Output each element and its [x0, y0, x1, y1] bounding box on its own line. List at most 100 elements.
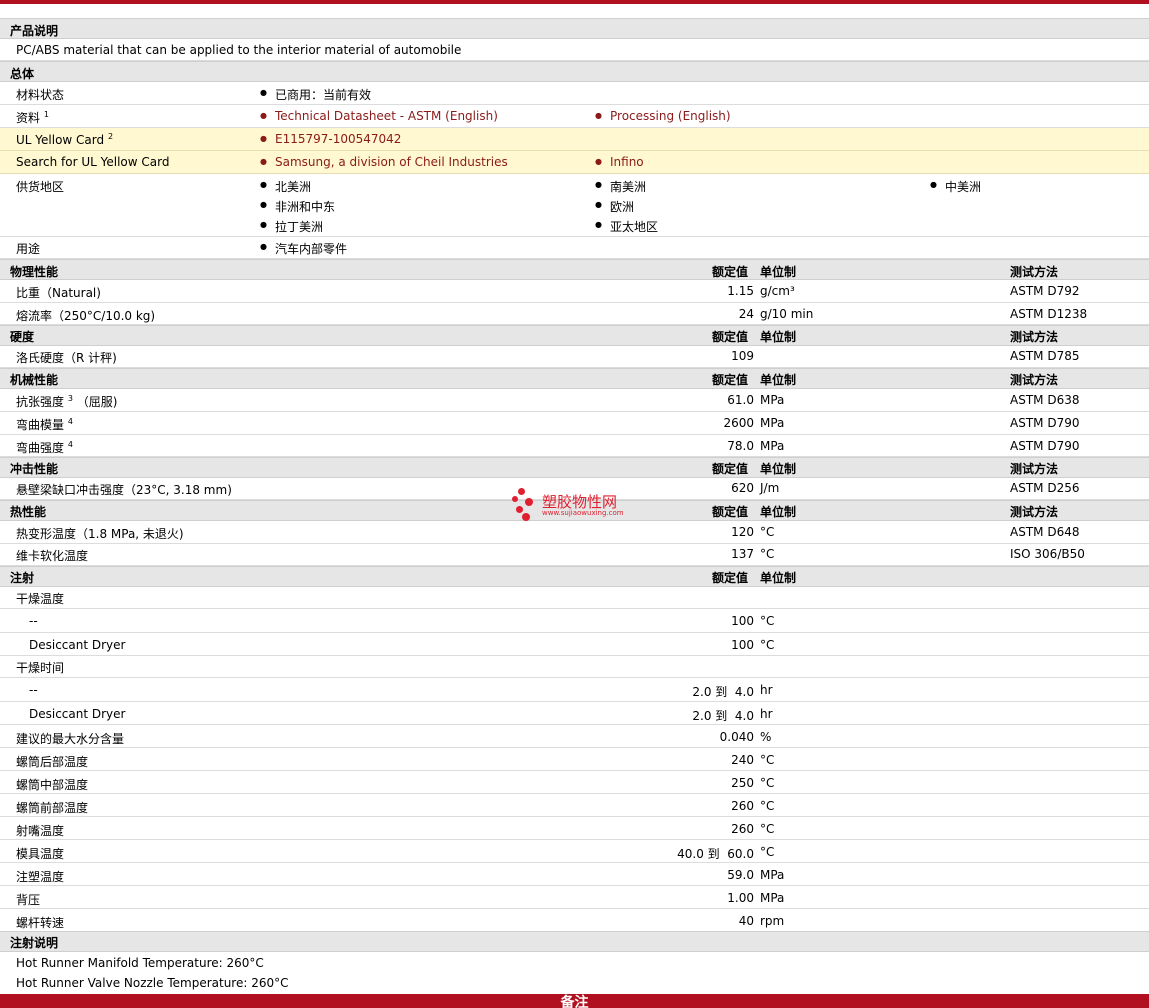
property-value: 240 [731, 753, 754, 767]
samsung-link[interactable]: Samsung, a division of Cheil Industries [260, 155, 508, 169]
property-unit: °C [760, 547, 775, 561]
logo-dot-icon [518, 488, 525, 495]
technical-datasheet-link[interactable]: Technical Datasheet - ASTM (English) [260, 109, 498, 123]
property-label-text: 抗张强度 [16, 395, 65, 409]
col-unit-header: 单位制 [760, 505, 797, 519]
property-value: 2600 [723, 416, 754, 430]
docs-label-text: 资料 [16, 111, 41, 125]
property-value: 0.040 [719, 730, 754, 744]
description-text: PC/ABS material that can be applied to t… [16, 43, 462, 57]
property-unit: °C [760, 845, 775, 859]
property-label: 螺筒中部温度 [16, 778, 89, 792]
property-label-text: 弯曲模量 [16, 418, 65, 432]
table-row: 干燥时间 [0, 656, 1149, 678]
property-value: 59.0 [727, 868, 754, 882]
property-label: Desiccant Dryer [29, 707, 126, 721]
table-row: 弯曲强度 4 78.0 MPa ASTM D790 [0, 435, 1149, 457]
property-unit: rpm [760, 914, 785, 928]
property-unit: % [760, 730, 772, 744]
property-unit: hr [760, 707, 773, 721]
footnote-ref: 2 [107, 132, 114, 141]
property-value: 1.15 [727, 284, 754, 298]
table-row: 维卡软化温度 137 °C ISO 306/B50 [0, 544, 1149, 566]
property-unit: g/cm³ [760, 284, 795, 298]
table-row: Desiccant Dryer 2.0 到 4.0 hr [0, 702, 1149, 725]
property-label: 悬壁梁缺口冲击强度（23°C, 3.18 mm) [16, 483, 232, 497]
region-item: 南美洲 [595, 178, 646, 195]
property-value: 137 [731, 547, 754, 561]
table-row: 干燥温度 [0, 587, 1149, 609]
property-value: 61.0 [727, 393, 754, 407]
section-title: 注射 [10, 571, 35, 585]
ul-search-label: Search for UL Yellow Card [16, 155, 170, 169]
col-method-header: 测试方法 [1010, 462, 1059, 476]
test-method: ASTM D790 [1010, 416, 1080, 430]
status-label: 材料状态 [16, 88, 65, 102]
note-line: Hot Runner Manifold Temperature: 260°C [16, 956, 264, 970]
property-value: 40 [738, 914, 754, 928]
property-value: 40.0 到 60.0 [677, 847, 754, 861]
table-row: 背压 1.00 MPa [0, 886, 1149, 909]
region-item: 非洲和中东 [260, 198, 335, 215]
section-header-mechanical: 机械性能 额定值 单位制 测试方法 [0, 368, 1149, 389]
ul-label: UL Yellow Card 2 [16, 132, 113, 147]
section-title: 物理性能 [10, 265, 59, 279]
processing-link[interactable]: Processing (English) [595, 109, 731, 123]
table-row: 建议的最大水分含量 0.040% [0, 725, 1149, 748]
table-row: 螺筒后部温度 240 °C [0, 748, 1149, 771]
section-title: 总体 [10, 67, 35, 81]
property-value: 24 [738, 307, 754, 321]
property-label: 比重（Natural) [16, 286, 101, 300]
property-value: 78.0 [727, 439, 754, 453]
property-value: 250 [731, 776, 754, 790]
test-method: ISO 306/B50 [1010, 547, 1085, 561]
logo-dot-icon [525, 498, 533, 506]
col-unit-header: 单位制 [760, 330, 797, 344]
col-unit-header: 单位制 [760, 462, 797, 476]
test-method: ASTM D638 [1010, 393, 1080, 407]
table-row: 注塑温度 59.0 MPa [0, 863, 1149, 886]
col-method-header: 测试方法 [1010, 330, 1059, 344]
property-unit: MPa [760, 439, 785, 453]
region-item: 北美洲 [260, 178, 311, 195]
property-label: 射嘴温度 [16, 824, 65, 838]
col-method-header: 测试方法 [1010, 373, 1059, 387]
note-line: Hot Runner Valve Nozzle Temperature: 260… [16, 976, 289, 990]
section-header-impact: 冲击性能 额定值 单位制 测试方法 [0, 457, 1149, 478]
property-unit: MPa [760, 868, 785, 882]
property-value: 120 [731, 525, 754, 539]
property-value: 100 [731, 638, 754, 652]
ul-card-link[interactable]: E115797-100547042 [260, 132, 401, 146]
property-unit: hr [760, 683, 773, 697]
col-value-header: 额定值 [712, 373, 749, 387]
ul-search-row: Search for UL Yellow Card Samsung, a div… [0, 151, 1149, 174]
section-title: 冲击性能 [10, 462, 59, 476]
col-value-header: 额定值 [712, 462, 749, 476]
col-method-header: 测试方法 [1010, 265, 1059, 279]
table-row: 螺筒前部温度 260 °C [0, 794, 1149, 817]
section-title: 机械性能 [10, 373, 59, 387]
property-label: 注塑温度 [16, 870, 65, 884]
col-value-header: 额定值 [712, 505, 749, 519]
infino-link[interactable]: Infino [595, 155, 644, 169]
use-label: 用途 [16, 242, 41, 256]
logo-dot-icon [512, 496, 518, 502]
test-method: ASTM D648 [1010, 525, 1080, 539]
table-row: -- 100 °C [0, 609, 1149, 633]
section-header-hardness: 硬度 额定值 单位制 测试方法 [0, 325, 1149, 346]
region-item: 欧洲 [595, 198, 634, 215]
table-row: 射嘴温度 260 °C [0, 817, 1149, 840]
property-unit: °C [760, 776, 775, 790]
region-item: 拉丁美洲 [260, 218, 323, 235]
property-label: 干燥温度 [16, 592, 65, 606]
property-label: 干燥时间 [16, 661, 65, 675]
property-unit: °C [760, 822, 775, 836]
test-method: ASTM D785 [1010, 349, 1080, 363]
footnote-ref: 4 [67, 417, 73, 426]
watermark-url: www.sujiaowuxing.com [542, 509, 624, 517]
section-header-injection-notes: 注射说明 [0, 931, 1149, 952]
col-value-header: 额定值 [712, 265, 749, 279]
status-row: 材料状态 已商用：当前有效 [0, 82, 1149, 105]
property-label: 模具温度 [16, 847, 65, 861]
property-label: 热变形温度（1.8 MPa, 未退火) [16, 527, 184, 541]
